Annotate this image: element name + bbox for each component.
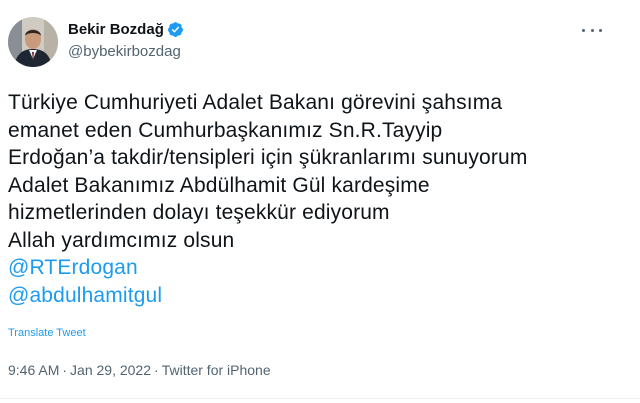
- tweet-time[interactable]: 9:46 AM: [8, 362, 59, 378]
- meta-separator: ·: [154, 362, 159, 378]
- tweet: Bekir Bozdağ @bybekirbozdag Türkiye Cumh…: [0, 0, 640, 403]
- avatar[interactable]: [8, 17, 58, 67]
- avatar-image: [8, 17, 58, 67]
- more-options-icon[interactable]: [578, 22, 606, 38]
- author-name-row: Bekir Bozdağ: [68, 20, 184, 39]
- divider: [0, 398, 640, 399]
- tweet-text: Türkiye Cumhuriyeti Adalet Bakanı görevi…: [8, 89, 628, 309]
- translate-tweet-link[interactable]: Translate Tweet: [8, 327, 86, 339]
- tweet-text-line: emanet eden Cumhurbaşkanımız Sn.R.Tayyip: [8, 118, 443, 142]
- mention-link-rterdogan[interactable]: @RTErdogan: [8, 254, 628, 282]
- tweet-text-line: Türkiye Cumhuriyeti Adalet Bakanı görevi…: [8, 91, 503, 114]
- tweet-date[interactable]: Jan 29, 2022: [70, 362, 151, 378]
- tweet-text-line: Erdoğan’a takdir/tensipleri için şükranl…: [8, 146, 528, 169]
- author-display-name[interactable]: Bekir Bozdağ: [68, 20, 164, 39]
- mention-link-abdulhamitgul[interactable]: @abdulhamitgul: [8, 282, 628, 310]
- verified-badge-icon: [167, 21, 184, 38]
- author-handle[interactable]: @bybekirbozdag: [68, 42, 181, 61]
- tweet-text-line: Adalet Bakanımız Abdülhamit Gül kardeşim…: [8, 173, 430, 197]
- tweet-metadata: 9:46 AM · Jan 29, 2022 · Twitter for iPhone: [8, 361, 271, 379]
- tweet-text-line: hizmetlerinden dolayı teşekkür ediyorum: [8, 201, 390, 224]
- meta-separator: ·: [62, 362, 68, 378]
- tweet-source[interactable]: Twitter for iPhone: [162, 362, 271, 378]
- tweet-text-line: Allah yardımcımız olsun: [8, 228, 235, 252]
